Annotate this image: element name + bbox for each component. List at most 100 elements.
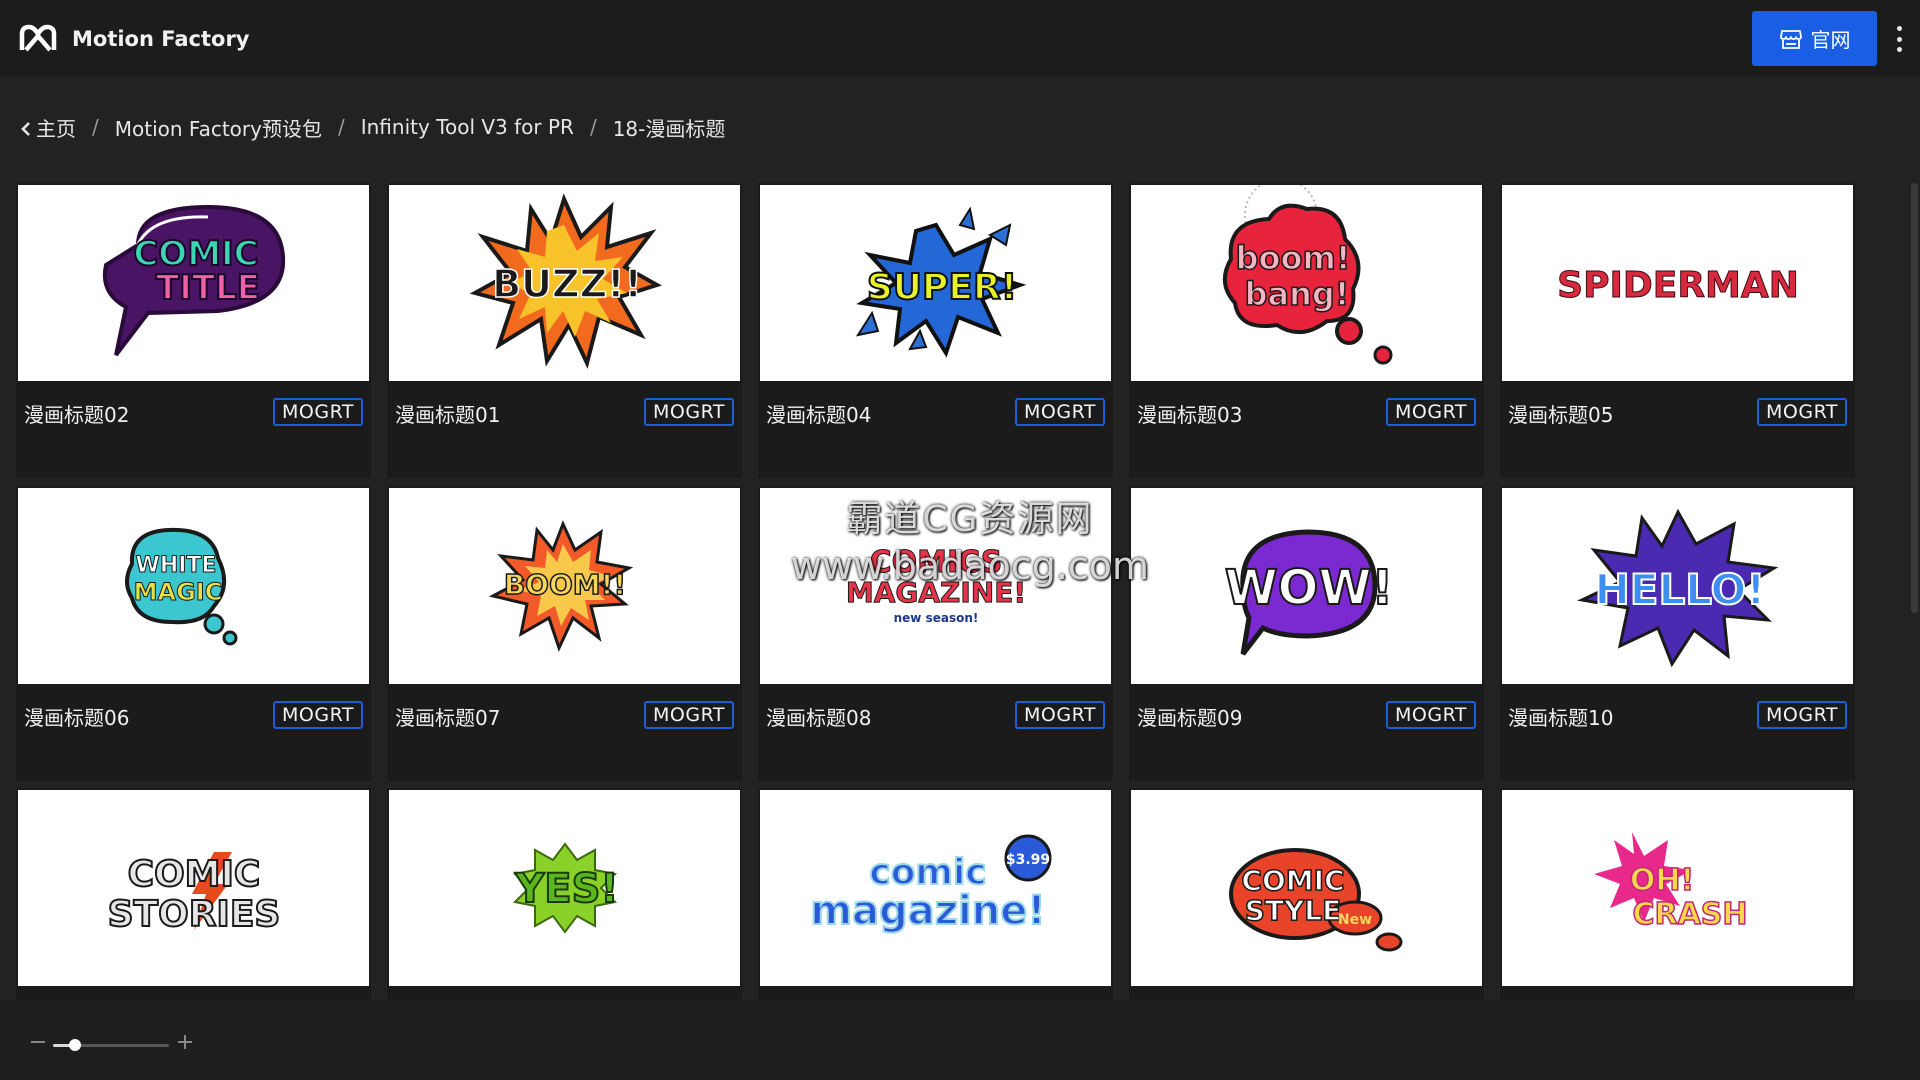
- breadcrumb-preset-pack[interactable]: Motion Factory预设包: [115, 113, 322, 142]
- brand[interactable]: Motion Factory: [18, 22, 250, 56]
- template-grid: COMIC TITLE 漫画标题02 MOGRT BUZZ!! 漫画标题01 M…: [16, 183, 1858, 1000]
- mogrt-badge: MOGRT: [1757, 701, 1847, 729]
- bottom-bar: [0, 1000, 1920, 1080]
- thumb-art-text: WOW!: [1225, 560, 1394, 616]
- template-card[interactable]: COMIC STYLE New: [1129, 788, 1484, 1000]
- template-thumbnail: BOOM!!: [389, 488, 740, 684]
- template-name: 漫画标题10: [1508, 706, 1614, 730]
- template-thumbnail: BUZZ!!: [389, 185, 740, 381]
- chevron-left-icon: [21, 121, 30, 136]
- template-card[interactable]: WHITE MAGIC 漫画标题06 MOGRT: [16, 486, 371, 781]
- template-card[interactable]: BOOM!! 漫画标题07 MOGRT: [387, 486, 742, 781]
- template-name: 漫画标题04: [766, 403, 872, 427]
- thumb-art-text: SUPER!: [867, 267, 1017, 308]
- thumb-art-text: comic: [869, 852, 986, 893]
- mogrt-badge: MOGRT: [273, 701, 363, 729]
- template-name: 漫画标题01: [395, 403, 501, 427]
- template-name: 漫画标题07: [395, 706, 501, 730]
- template-card[interactable]: WOW! 漫画标题09 MOGRT: [1129, 486, 1484, 781]
- thumb-art-text: SPIDERMAN: [1557, 265, 1799, 306]
- mogrt-badge: MOGRT: [1386, 701, 1476, 729]
- breadcrumb-separator: /: [589, 115, 597, 139]
- thumb-art-text: STYLE: [1245, 894, 1342, 927]
- motion-factory-logo-icon: [19, 24, 57, 52]
- thumb-art-text: COMIC: [1241, 864, 1344, 897]
- thumb-art-text: BOOM!!: [504, 568, 626, 601]
- template-thumbnail: COMIC STYLE New: [1131, 790, 1482, 986]
- grid-scrollbar-thumb[interactable]: [1911, 183, 1918, 613]
- template-card[interactable]: boom! bang! 漫画标题03 MOGRT: [1129, 183, 1484, 478]
- official-site-label: 官网: [1810, 28, 1851, 52]
- thumb-art-text: bang!: [1245, 275, 1350, 313]
- thumb-art-text: boom!: [1236, 239, 1351, 277]
- thumb-art-text: STORIES: [108, 894, 281, 935]
- template-thumbnail: boom! bang!: [1131, 185, 1482, 381]
- template-card[interactable]: OH! CRASH: [1500, 788, 1855, 1000]
- template-thumbnail: COMIC TITLE: [18, 185, 369, 381]
- template-name: 漫画标题09: [1137, 706, 1243, 730]
- template-name: 漫画标题05: [1508, 403, 1614, 427]
- zoom-slider[interactable]: [53, 1039, 169, 1051]
- template-thumbnail: OH! CRASH: [1502, 790, 1853, 986]
- template-name: 漫画标题03: [1137, 403, 1243, 427]
- thumb-art-text: CRASH: [1632, 897, 1747, 932]
- template-name: 漫画标题02: [24, 403, 130, 427]
- thumb-art-text: $3.99: [1006, 852, 1050, 868]
- official-site-button[interactable]: 官网: [1752, 11, 1877, 66]
- template-card[interactable]: SUPER! 漫画标题04 MOGRT: [758, 183, 1113, 478]
- template-card[interactable]: COMICS MAGAZINE! new season! 漫画标题08 MOGR…: [758, 486, 1113, 781]
- thumb-art-text: MAGAZINE!: [846, 576, 1026, 609]
- mogrt-badge: MOGRT: [1757, 398, 1847, 426]
- mogrt-badge: MOGRT: [1386, 398, 1476, 426]
- thumb-art-text: New: [1338, 912, 1372, 928]
- breadcrumb-separator: /: [337, 115, 345, 139]
- breadcrumb-infinity-tool[interactable]: Infinity Tool V3 for PR: [361, 115, 574, 139]
- thumb-art-text: HELLO!: [1595, 565, 1766, 614]
- thumb-art-text: YES!: [514, 866, 618, 912]
- template-card[interactable]: BUZZ!! 漫画标题01 MOGRT: [387, 183, 742, 478]
- template-thumbnail: HELLO!: [1502, 488, 1853, 684]
- zoom-in-icon[interactable]: [176, 1033, 194, 1051]
- template-thumbnail: COMIC STORIES: [18, 790, 369, 986]
- template-thumbnail: SPIDERMAN: [1502, 185, 1853, 381]
- template-thumbnail: YES!: [389, 790, 740, 986]
- breadcrumb: 主页 / Motion Factory预设包 / Infinity Tool V…: [20, 112, 725, 142]
- breadcrumb-separator: /: [92, 115, 99, 139]
- more-options-icon[interactable]: [1892, 26, 1906, 52]
- mogrt-badge: MOGRT: [644, 398, 734, 426]
- template-card[interactable]: HELLO! 漫画标题10 MOGRT: [1500, 486, 1855, 781]
- template-card[interactable]: SPIDERMAN 漫画标题05 MOGRT: [1500, 183, 1855, 478]
- breadcrumb-home-label: 主页: [36, 116, 76, 141]
- breadcrumb-home[interactable]: 主页: [20, 113, 76, 142]
- top-bar: Motion Factory 官网: [0, 0, 1920, 77]
- template-name: 漫画标题08: [766, 706, 872, 730]
- template-thumbnail: $3.99 comic magazine!: [760, 790, 1111, 986]
- zoom-out-icon[interactable]: [29, 1033, 47, 1051]
- template-card[interactable]: $3.99 comic magazine!: [758, 788, 1113, 1000]
- thumb-art-text: OH!: [1630, 863, 1694, 898]
- mogrt-badge: MOGRT: [644, 701, 734, 729]
- thumb-art-text: COMICS: [870, 545, 1003, 580]
- thumb-art-text: MAGIC: [134, 578, 223, 606]
- template-card[interactable]: COMIC TITLE 漫画标题02 MOGRT: [16, 183, 371, 478]
- thumb-art-text: BUZZ!!: [492, 262, 642, 306]
- template-card[interactable]: COMIC STORIES: [16, 788, 371, 1000]
- template-thumbnail: WOW!: [1131, 488, 1482, 684]
- zoom-slider-handle[interactable]: [69, 1039, 82, 1051]
- template-name: 漫画标题06: [24, 706, 130, 730]
- template-card[interactable]: YES!: [387, 788, 742, 1000]
- thumb-art-text: magazine!: [810, 888, 1045, 934]
- grid-scrollbar[interactable]: [1911, 183, 1918, 1000]
- thumb-art-text: WHITE: [136, 553, 217, 578]
- thumb-art-text: TITLE: [156, 268, 260, 308]
- mogrt-badge: MOGRT: [273, 398, 363, 426]
- app-title: Motion Factory: [72, 27, 250, 51]
- mogrt-badge: MOGRT: [1015, 398, 1105, 426]
- template-thumbnail: WHITE MAGIC: [18, 488, 369, 684]
- thumb-art-text: new season!: [894, 611, 979, 625]
- mogrt-badge: MOGRT: [1015, 701, 1105, 729]
- template-thumbnail: SUPER!: [760, 185, 1111, 381]
- store-icon: [1779, 29, 1802, 49]
- template-thumbnail: COMICS MAGAZINE! new season!: [760, 488, 1111, 684]
- thumb-art-text: COMIC: [128, 854, 261, 895]
